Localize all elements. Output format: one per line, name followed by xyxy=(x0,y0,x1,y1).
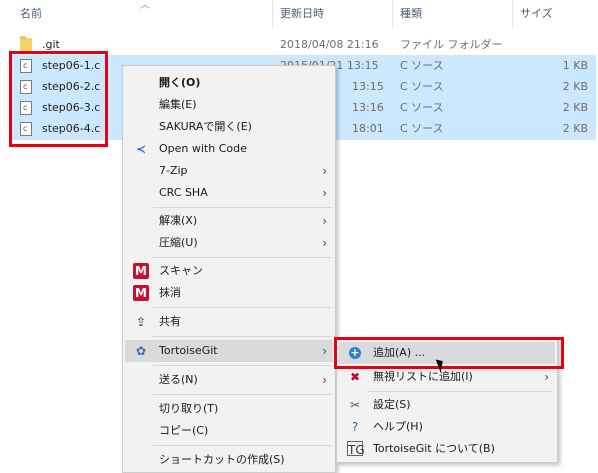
column-size-header[interactable]: サイズ xyxy=(520,0,553,28)
menu-separator xyxy=(153,394,331,395)
menu-item-open-sakura[interactable]: SAKURAで開く(E) xyxy=(125,116,333,138)
sort-ascending-icon: ︿ xyxy=(140,0,150,11)
menu-item-label: 送る(N) xyxy=(159,373,198,386)
settings-icon: ✂ xyxy=(349,398,361,412)
vscode-icon: ≺ xyxy=(135,142,147,156)
file-size: 2 KB xyxy=(562,122,588,135)
file-date: 13:16 xyxy=(352,101,384,114)
menu-item-tortoisegit[interactable]: ✿ TortoiseGit › xyxy=(125,340,333,362)
menu-item-label: 切り取り(T) xyxy=(159,402,219,415)
file-type: C ソース xyxy=(400,80,444,93)
column-name-header[interactable]: 名前 xyxy=(20,0,42,28)
add-item-highlight xyxy=(334,337,564,369)
chevron-right-icon: › xyxy=(322,344,327,358)
file-size: 2 KB xyxy=(562,101,588,114)
file-date: 13:15 xyxy=(352,80,384,93)
menu-item-label: コピー(C) xyxy=(159,424,209,437)
chevron-right-icon: › xyxy=(544,370,549,384)
file-type: ファイル フォルダー xyxy=(400,38,503,51)
mcafee-icon: M xyxy=(133,263,149,279)
menu-item-cut[interactable]: 切り取り(T) xyxy=(125,398,333,420)
chevron-right-icon: › xyxy=(322,186,327,200)
menu-item-edit[interactable]: 編集(E) xyxy=(125,94,333,116)
menu-item-label: スキャン xyxy=(159,264,203,277)
file-size: 2 KB xyxy=(562,80,588,93)
menu-item-label: 7-Zip xyxy=(159,164,188,177)
menu-separator xyxy=(153,445,331,446)
tortoisegit-icon: ✿ xyxy=(135,344,147,358)
file-date: 18:01 xyxy=(352,122,384,135)
menu-item-settings[interactable]: ✂ 設定(S) xyxy=(339,394,555,416)
menu-item-label: 抹消 xyxy=(159,286,181,299)
file-type: C ソース xyxy=(400,122,444,135)
menu-item-label: 圧縮(U) xyxy=(159,236,198,249)
menu-item-open-with-code[interactable]: ≺ Open with Code xyxy=(125,138,333,160)
menu-item-7zip[interactable]: 7-Zip › xyxy=(125,160,333,182)
help-icon: ? xyxy=(351,420,359,434)
file-date: 2018/04/08 21:16 xyxy=(280,38,379,51)
column-divider[interactable] xyxy=(512,0,513,28)
column-divider[interactable] xyxy=(392,0,393,28)
menu-item-label: TortoiseGit について(B) xyxy=(373,442,495,455)
file-type: C ソース xyxy=(400,101,444,114)
folder-icon xyxy=(20,36,32,52)
menu-item-scan[interactable]: M スキャン xyxy=(125,260,333,282)
menu-item-about[interactable]: TG TortoiseGit について(B) xyxy=(339,438,555,460)
file-type: C ソース xyxy=(400,59,444,72)
menu-separator xyxy=(153,207,331,208)
menu-item-extract[interactable]: 解凍(X) › xyxy=(125,210,333,232)
menu-item-label: 開く(O) xyxy=(159,76,201,89)
menu-item-label: 設定(S) xyxy=(373,398,411,411)
menu-separator xyxy=(153,307,331,308)
menu-item-crc-sha[interactable]: CRC SHA › xyxy=(125,182,333,204)
menu-separator xyxy=(153,257,331,258)
chevron-right-icon: › xyxy=(322,236,327,250)
menu-separator xyxy=(153,365,331,366)
menu-item-label: 無視リストに追加(I) xyxy=(373,370,473,383)
menu-separator xyxy=(367,391,553,392)
column-type-header[interactable]: 種類 xyxy=(400,0,422,28)
menu-item-shred[interactable]: M 抹消 xyxy=(125,282,333,304)
context-menu: 開く(O) 編集(E) SAKURAで開く(E) ≺ Open with Cod… xyxy=(122,65,336,473)
menu-item-label: 共有 xyxy=(159,315,181,328)
menu-item-label: 編集(E) xyxy=(159,98,197,111)
about-icon: TG xyxy=(347,441,365,457)
menu-item-label: TortoiseGit xyxy=(159,344,218,357)
column-date-header[interactable]: 更新日時 xyxy=(280,0,324,28)
menu-item-send-to[interactable]: 送る(N) › xyxy=(125,369,333,391)
menu-item-label: Open with Code xyxy=(159,142,247,155)
chevron-right-icon: › xyxy=(322,214,327,228)
file-size: 1 KB xyxy=(562,59,588,72)
menu-item-label: ヘルプ(H) xyxy=(373,420,423,433)
menu-item-label: 解凍(X) xyxy=(159,214,198,227)
menu-item-compress[interactable]: 圧縮(U) › xyxy=(125,232,333,254)
menu-item-share[interactable]: ⇪ 共有 xyxy=(125,311,333,333)
menu-item-add-to-ignore[interactable]: ✖ 無視リストに追加(I) › xyxy=(339,366,555,388)
menu-item-open[interactable]: 開く(O) xyxy=(125,72,333,94)
selected-files-highlight xyxy=(9,51,108,147)
menu-item-help[interactable]: ? ヘルプ(H) xyxy=(339,416,555,438)
menu-item-label: SAKURAで開く(E) xyxy=(159,120,252,133)
menu-separator xyxy=(153,336,331,337)
menu-item-copy[interactable]: コピー(C) xyxy=(125,420,333,442)
mcafee-icon: M xyxy=(133,285,149,301)
ignore-icon: ✖ xyxy=(349,370,361,384)
menu-item-label: ショートカットの作成(S) xyxy=(159,453,285,466)
column-divider[interactable] xyxy=(272,0,273,28)
share-icon: ⇪ xyxy=(135,315,147,329)
menu-item-label: CRC SHA xyxy=(159,186,208,199)
menu-item-create-shortcut[interactable]: ショートカットの作成(S) xyxy=(125,449,333,471)
chevron-right-icon: › xyxy=(322,164,327,178)
chevron-right-icon: › xyxy=(322,373,327,387)
